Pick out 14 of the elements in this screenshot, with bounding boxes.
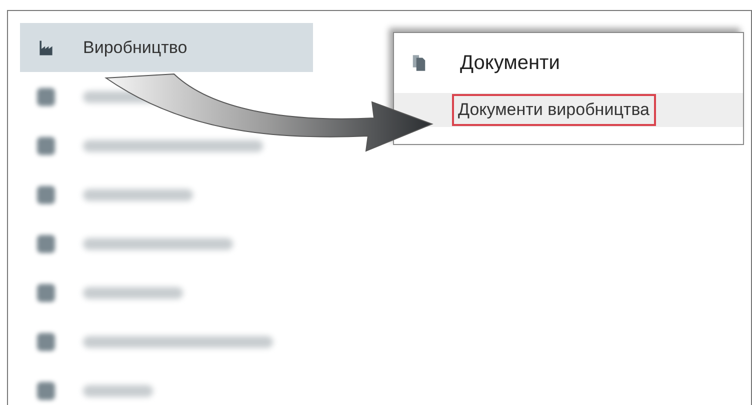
blurred-icon <box>37 186 55 204</box>
menu-heading: Документи <box>460 52 560 74</box>
documents-icon <box>412 54 426 72</box>
menu-label: Виробництво <box>83 38 188 58</box>
blurred-icon <box>37 88 55 106</box>
blurred-icon <box>37 332 55 350</box>
blurred-icon <box>37 234 55 252</box>
blurred-label <box>83 384 153 396</box>
factory-icon <box>37 38 55 56</box>
submenu-item[interactable]: Документи виробництва <box>452 94 656 126</box>
blurred-icon <box>37 136 55 154</box>
blurred-icon <box>37 382 55 400</box>
blurred-icon <box>37 284 55 302</box>
selected-menu-item[interactable]: Виробництво <box>20 23 313 72</box>
